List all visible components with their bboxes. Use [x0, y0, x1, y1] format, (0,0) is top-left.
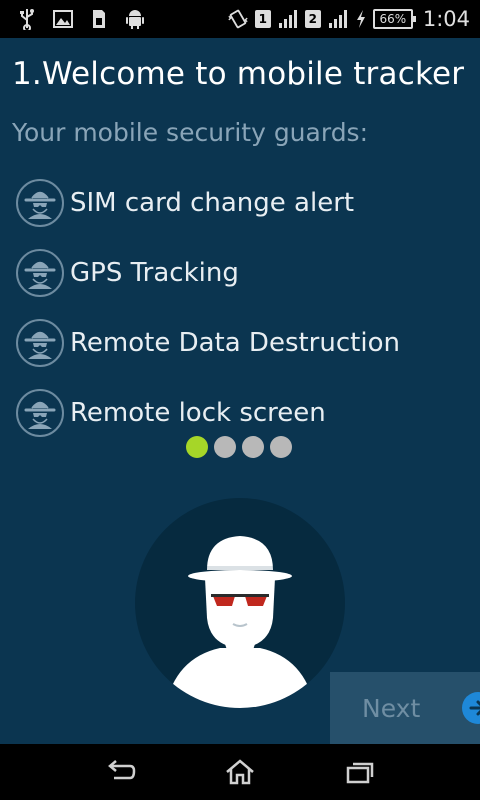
signal-icon — [327, 8, 349, 30]
image-icon — [52, 8, 74, 30]
feature-item-gps: GPS Tracking — [16, 238, 476, 308]
feature-item-sim-alert: SIM card change alert — [16, 168, 476, 238]
page-indicator — [186, 436, 292, 458]
sim2-badge: 2 — [304, 10, 321, 28]
clock: 1:04 — [422, 7, 470, 31]
spy-icon — [16, 249, 64, 297]
system-nav-bar — [0, 744, 480, 800]
page-title: 1.Welcome to mobile tracker — [12, 56, 465, 92]
spy-icon — [16, 179, 64, 227]
spy-avatar-icon — [165, 536, 315, 708]
spy-icon — [16, 319, 64, 367]
feature-item-data-destruction: Remote Data Destruction — [16, 308, 476, 378]
sim1-badge: 1 — [254, 10, 271, 28]
feature-label: SIM card change alert — [70, 188, 355, 218]
charging-icon — [355, 8, 367, 30]
sim-card-icon — [88, 8, 110, 30]
feature-list: SIM card change alert GPS Tracking Remot… — [16, 168, 476, 448]
page-dot-active — [186, 436, 208, 458]
signal-icon — [277, 8, 299, 30]
back-button[interactable] — [90, 750, 150, 794]
page-dot — [214, 436, 236, 458]
home-icon — [226, 759, 254, 785]
feature-label: GPS Tracking — [70, 258, 239, 288]
status-bar: 1 2 66% 1:04 — [0, 0, 480, 38]
usb-icon — [16, 8, 38, 30]
page-subtitle: Your mobile security guards: — [12, 118, 369, 147]
vibrate-icon — [227, 8, 249, 30]
battery-indicator: 66% — [372, 9, 416, 29]
recent-apps-button[interactable] — [330, 750, 390, 794]
page-dot — [242, 436, 264, 458]
home-button[interactable] — [210, 750, 270, 794]
arrow-right-icon — [462, 692, 480, 724]
next-button[interactable]: Next — [330, 672, 480, 744]
android-icon — [124, 8, 146, 30]
recent-apps-icon — [346, 762, 374, 784]
next-button-label: Next — [362, 693, 421, 723]
feature-label: Remote lock screen — [70, 398, 326, 428]
page-dot — [270, 436, 292, 458]
back-icon — [108, 760, 136, 780]
feature-label: Remote Data Destruction — [70, 328, 400, 358]
spy-icon — [16, 389, 64, 437]
spy-avatar-illustration — [135, 498, 345, 708]
